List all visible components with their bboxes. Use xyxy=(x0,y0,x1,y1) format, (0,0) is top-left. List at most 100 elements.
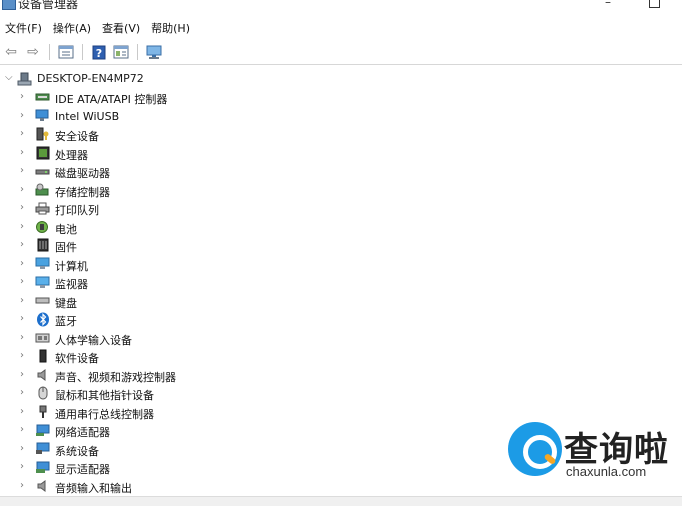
expand-chevron-icon[interactable]: › xyxy=(20,313,24,324)
help-icon: ? xyxy=(92,45,106,60)
tree-item-hid[interactable]: › 人体学输入设备 xyxy=(0,329,682,348)
storage-controller-icon xyxy=(35,183,50,197)
device-manager-icon xyxy=(2,0,16,10)
speaker-icon xyxy=(35,368,50,382)
window-title: 设备管理器 xyxy=(18,0,79,11)
tree-item-label: 系统设备 xyxy=(55,444,99,458)
maximize-icon xyxy=(648,0,660,8)
network-monitor-icon xyxy=(35,109,50,123)
properties-button[interactable] xyxy=(57,43,75,61)
tree-item-label: 计算机 xyxy=(55,259,88,273)
back-button[interactable]: ⇦ xyxy=(2,43,20,61)
tree-item-disk-drives[interactable]: › 磁盘驱动器 xyxy=(0,162,682,181)
collapse-chevron-icon[interactable]: ⌵ xyxy=(5,72,15,83)
expand-chevron-icon[interactable]: › xyxy=(20,91,24,102)
battery-icon xyxy=(35,220,50,234)
expand-chevron-icon[interactable]: › xyxy=(20,480,24,491)
toolbar-separator xyxy=(49,44,50,60)
tree-item-label: 蓝牙 xyxy=(55,315,77,328)
tree-item-batteries[interactable]: › 电池 xyxy=(0,218,682,237)
tree-item-processors[interactable]: › 处理器 xyxy=(0,144,682,163)
minimize-button[interactable]: – xyxy=(598,0,618,10)
tree-item-print-queues[interactable]: › 打印队列 xyxy=(0,199,682,218)
expand-chevron-icon[interactable]: › xyxy=(20,332,24,343)
tree-item-firmware[interactable]: › 固件 xyxy=(0,236,682,255)
tree-item-storage-controllers[interactable]: › 存储控制器 xyxy=(0,181,682,200)
menu-action[interactable]: 操作(A) xyxy=(48,18,97,40)
ide-controller-icon xyxy=(35,90,50,104)
scan-hardware-button[interactable] xyxy=(145,43,163,61)
tree-item-software-devices[interactable]: › 软件设备 xyxy=(0,347,682,366)
watermark-text-en: chaxunla.com xyxy=(566,464,647,479)
expand-chevron-icon[interactable]: › xyxy=(20,239,24,250)
tree-item-label: Intel WiUSB xyxy=(55,109,120,123)
menu-view[interactable]: 查看(V) xyxy=(97,18,146,40)
tree-item-label: 磁盘驱动器 xyxy=(55,167,110,180)
svg-text:?: ? xyxy=(96,47,102,60)
expand-chevron-icon[interactable]: › xyxy=(20,165,24,176)
help-button[interactable]: ? xyxy=(90,43,108,61)
expand-chevron-icon[interactable]: › xyxy=(20,128,24,139)
audio-io-icon xyxy=(35,479,50,493)
toolbar-separator xyxy=(137,44,138,60)
tree-item-label: 处理器 xyxy=(55,148,88,162)
expand-chevron-icon[interactable]: › xyxy=(20,350,24,361)
expand-chevron-icon[interactable]: › xyxy=(20,406,24,417)
properties-icon xyxy=(58,45,74,59)
tree-item-mice[interactable]: › 鼠标和其他指针设备 xyxy=(0,384,682,403)
menu-bar: 文件(F) 操作(A) 查看(V) 帮助(H) xyxy=(0,18,682,40)
menu-help[interactable]: 帮助(H) xyxy=(146,18,196,40)
computer-monitor-icon xyxy=(35,257,50,271)
view-button[interactable] xyxy=(112,43,130,61)
tree-item-computer[interactable]: › 计算机 xyxy=(0,255,682,274)
usb-icon xyxy=(35,405,50,419)
tree-item-monitors[interactable]: › 监视器 xyxy=(0,273,682,292)
tree-item-intel-wiusb[interactable]: › Intel WiUSB xyxy=(0,107,682,126)
tree-item-label: 声音、视频和游戏控制器 xyxy=(55,370,176,384)
watermark: 查询啦 chaxunla.com xyxy=(504,420,682,486)
tree-item-usb-controllers[interactable]: › 通用串行总线控制器 xyxy=(0,403,682,422)
expand-chevron-icon[interactable]: › xyxy=(20,276,24,287)
tree-item-label: 存储控制器 xyxy=(55,185,110,199)
maximize-button[interactable] xyxy=(644,0,664,10)
forward-arrow-icon: ⇨ xyxy=(27,44,39,60)
hid-icon xyxy=(35,331,50,345)
firmware-icon xyxy=(35,238,50,252)
view-icon xyxy=(113,45,129,59)
expand-chevron-icon[interactable]: › xyxy=(20,387,24,398)
computer-icon xyxy=(17,72,32,89)
expand-chevron-icon[interactable]: › xyxy=(20,221,24,232)
expand-chevron-icon[interactable]: › xyxy=(20,184,24,195)
expand-chevron-icon[interactable]: › xyxy=(20,369,24,380)
monitor-icon xyxy=(35,275,50,289)
forward-button[interactable]: ⇨ xyxy=(24,43,42,61)
tree-item-label: 通用串行总线控制器 xyxy=(55,407,154,421)
monitor-scan-icon xyxy=(146,45,162,59)
expand-chevron-icon[interactable]: › xyxy=(20,461,24,472)
menu-file[interactable]: 文件(F) xyxy=(0,18,48,40)
tree-item-sound-video-game[interactable]: › 声音、视频和游戏控制器 xyxy=(0,366,682,385)
expand-chevron-icon[interactable]: › xyxy=(20,110,24,121)
expand-chevron-icon[interactable]: › xyxy=(20,443,24,454)
toolbar: ⇦ ⇨ ? xyxy=(0,40,682,65)
tree-item-label: 打印队列 xyxy=(55,204,99,217)
network-adapter-icon xyxy=(35,423,50,437)
tree-item-security-devices[interactable]: › 安全设备 xyxy=(0,125,682,144)
expand-chevron-icon[interactable]: › xyxy=(20,258,24,269)
bluetooth-icon xyxy=(35,312,50,326)
tree-item-label: 软件设备 xyxy=(55,352,99,365)
tree-item-label: 网络适配器 xyxy=(55,426,110,439)
expand-chevron-icon[interactable]: › xyxy=(20,202,24,213)
tree-item-label: 固件 xyxy=(55,241,77,254)
expand-chevron-icon[interactable]: › xyxy=(20,147,24,158)
tree-item-label: 监视器 xyxy=(55,278,88,291)
expand-chevron-icon[interactable]: › xyxy=(20,295,24,306)
tree-item-ide-controller[interactable]: › IDE ATA/ATAPI 控制器 xyxy=(0,88,682,107)
tree-item-label: 人体学输入设备 xyxy=(55,333,132,347)
printer-icon xyxy=(35,201,50,215)
tree-item-label: 安全设备 xyxy=(55,130,99,143)
tree-item-bluetooth[interactable]: › 蓝牙 xyxy=(0,310,682,329)
software-device-icon xyxy=(35,349,50,363)
expand-chevron-icon[interactable]: › xyxy=(20,424,24,435)
tree-item-keyboards[interactable]: › 键盘 xyxy=(0,292,682,311)
